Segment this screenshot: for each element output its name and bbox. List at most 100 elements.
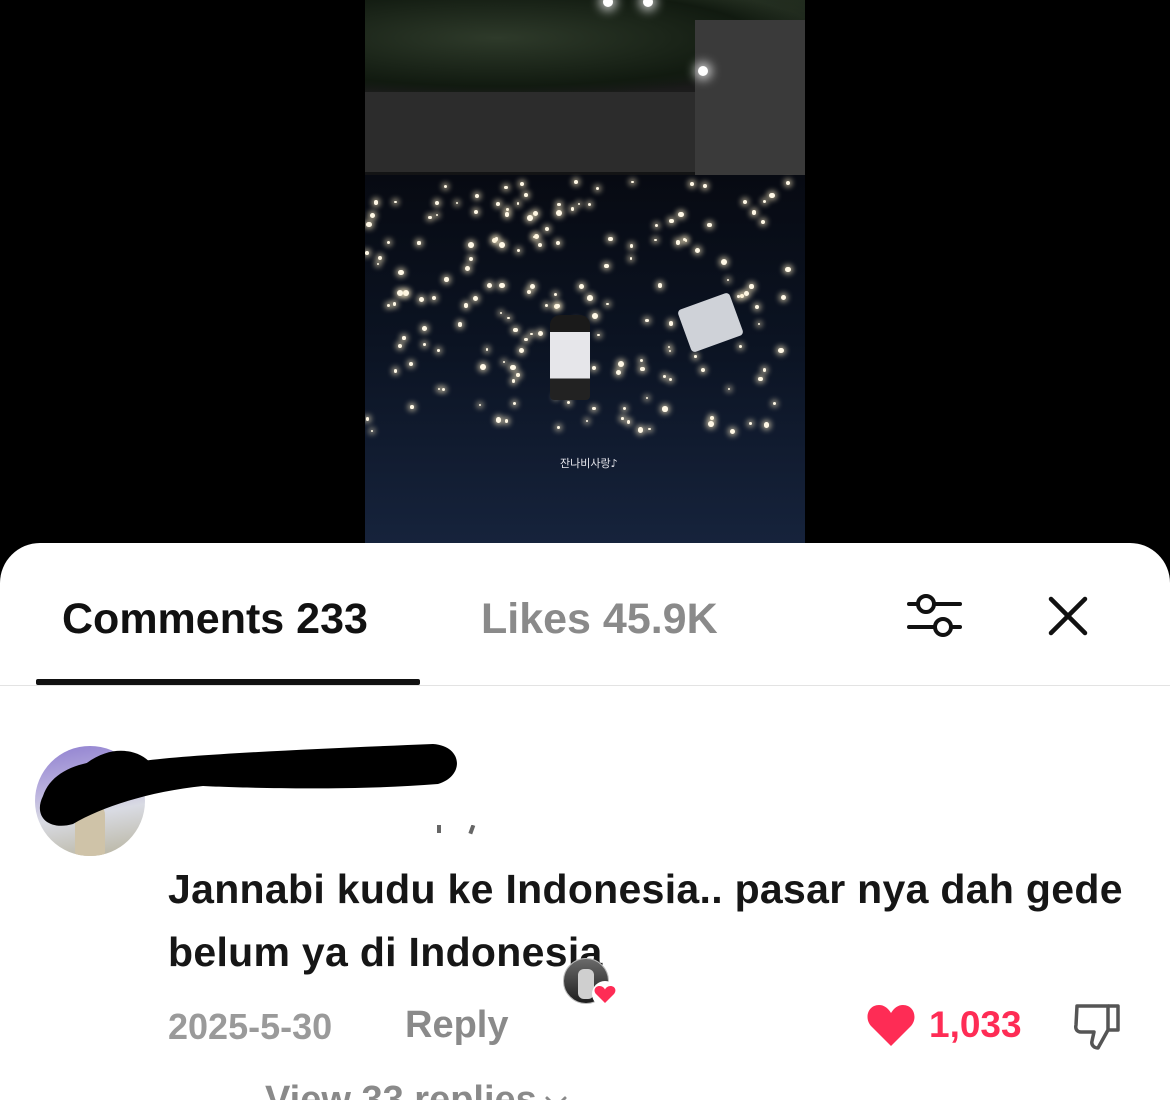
crowd-phone-light	[444, 277, 449, 282]
crowd-phone-light	[694, 247, 701, 253]
crowd-phone-light	[762, 368, 767, 373]
crowd-phone-light	[418, 297, 424, 303]
crowd-phone-light	[392, 302, 396, 306]
crowd-phone-light	[478, 404, 481, 407]
crowd-phone-light	[376, 262, 380, 265]
crowd-phone-light	[615, 369, 621, 375]
crowd-phone-light	[377, 256, 383, 261]
crowd-phone-light	[410, 405, 414, 409]
crowd-phone-light	[513, 327, 518, 333]
redacted-username	[39, 744, 457, 826]
crowd-phone-light	[504, 212, 509, 217]
tab-comments[interactable]: Comments 233	[62, 595, 368, 644]
crowd-phone-light	[443, 184, 447, 188]
crowd-phone-light	[737, 295, 740, 298]
crowd-phone-light	[768, 192, 775, 199]
crowd-phone-light	[409, 362, 414, 366]
crowd-phone-light	[523, 192, 528, 197]
crowd-phone-light	[629, 243, 634, 248]
crowd-phone-light	[629, 257, 632, 260]
video-lamp	[698, 66, 708, 76]
reply-button[interactable]: Reply	[405, 1004, 508, 1047]
crowd-phone-light	[530, 332, 533, 335]
crowd-phone-light	[487, 282, 493, 288]
crowd-phone-light	[608, 236, 613, 242]
crowd-phone-light	[669, 377, 673, 381]
filter-button[interactable]	[906, 591, 966, 641]
crowd-phone-light	[432, 295, 437, 300]
crowd-phone-light	[469, 257, 474, 262]
crowd-phone-light	[738, 345, 742, 348]
crowd-phone-light	[729, 428, 735, 434]
crowd-phone-light	[645, 318, 650, 323]
crowd-phone-light	[621, 417, 624, 420]
crowd-phone-light	[371, 429, 374, 432]
crowd-phone-light	[537, 330, 543, 336]
crowd-phone-light	[555, 240, 560, 245]
crowd-phone-light	[370, 213, 376, 219]
crowd-phone-light	[479, 364, 486, 371]
crowd-phone-light	[394, 200, 398, 204]
crowd-phone-light	[516, 202, 519, 205]
crowd-phone-light	[763, 199, 767, 203]
crowd-phone-light	[592, 313, 598, 319]
crowd-phone-light	[772, 401, 777, 406]
crowd-phone-light	[457, 322, 462, 327]
crowd-phone-light	[690, 182, 694, 186]
crowd-phone-light	[386, 240, 391, 245]
crowd-phone-light	[778, 347, 784, 354]
crowd-phone-light	[574, 180, 579, 184]
crowd-phone-light	[495, 417, 502, 423]
comment-date: 2025-5-30	[168, 1006, 333, 1047]
crowd-phone-light	[626, 420, 631, 424]
crowd-phone-light	[758, 376, 763, 381]
crowd-phone-light	[577, 203, 580, 206]
crowd-phone-light	[662, 406, 668, 412]
crowd-phone-light	[751, 210, 757, 215]
crowd-phone-light	[785, 266, 791, 272]
crowd-phone-light	[556, 210, 562, 216]
crowd-phone-light	[437, 387, 440, 390]
crowd-phone-light	[749, 284, 754, 289]
crowd-phone-light	[669, 218, 674, 224]
crowd-phone-light	[417, 241, 421, 245]
crowd-phone-light	[668, 320, 674, 326]
crowd-phone-light	[648, 427, 651, 431]
crowd-phone-light	[669, 350, 672, 353]
crowd-phone-light	[567, 401, 571, 404]
dislike-button[interactable]	[1072, 1000, 1124, 1052]
crowd-phone-light	[749, 422, 753, 425]
crowd-phone-light	[397, 290, 404, 296]
crowd-phone-light	[591, 365, 596, 370]
crowd-phone-light	[474, 209, 478, 214]
like-button[interactable]: 1,033	[865, 1000, 1022, 1050]
crowd-phone-light	[510, 364, 516, 371]
crowd-phone-light	[780, 294, 787, 301]
heart-icon	[867, 1005, 915, 1046]
crowd-phone-light	[516, 373, 520, 377]
crowd-phone-light	[498, 242, 505, 249]
crowd-phone-light	[500, 311, 503, 314]
comments-header: Comments 233 Likes 45.9K	[0, 543, 1170, 686]
crowd-phone-light	[708, 421, 715, 428]
video-player[interactable]: 잔나비사랑♪	[0, 0, 1170, 560]
crowd-phone-light	[468, 242, 475, 248]
crowd-phone-light	[744, 291, 750, 296]
view-replies-button[interactable]: View 33 replies	[265, 1079, 569, 1100]
creator-heart-icon	[592, 981, 618, 1007]
crowd-phone-light	[631, 180, 634, 184]
tab-likes[interactable]: Likes 45.9K	[481, 595, 718, 644]
crowd-phone-light	[365, 417, 370, 421]
crowd-phone-light	[516, 249, 520, 253]
crowd-phone-light	[588, 202, 592, 206]
video-frame[interactable]: 잔나비사랑♪	[365, 0, 805, 545]
crowd-phone-light	[532, 210, 539, 217]
comments-sheet: Comments 233 Likes 45.9K Jannabi kudu ke…	[0, 543, 1170, 1100]
crowd-phone-light	[393, 369, 398, 373]
crowd-phone-light	[646, 397, 649, 400]
crowd-phone-light	[475, 194, 480, 199]
crowd-phone-light	[727, 387, 731, 391]
crowd-phone-light	[463, 303, 469, 308]
close-button[interactable]	[1043, 591, 1093, 641]
crowd-phone-light	[524, 337, 528, 341]
